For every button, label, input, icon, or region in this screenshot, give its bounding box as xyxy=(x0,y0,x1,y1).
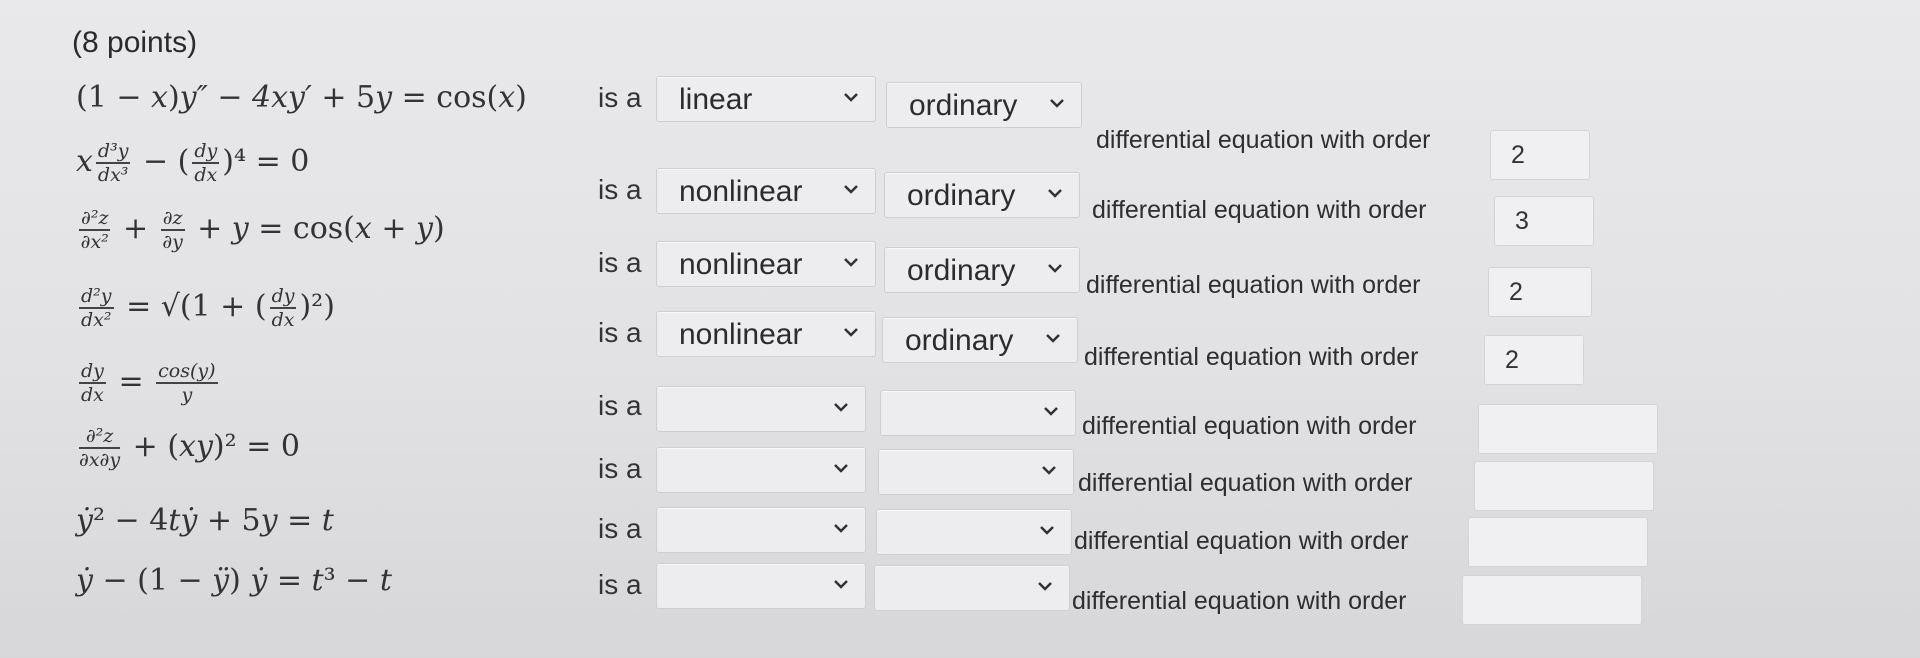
chevron-down-icon xyxy=(1043,328,1063,348)
kind-dropdown[interactable]: ordinary xyxy=(884,172,1080,218)
equation-row-6: ∂²z ∂x∂y + (xy)² = 0 is a differential eq… xyxy=(0,425,1920,511)
equation-2: x d³y dx³ − (dy dx)⁴ = 0 xyxy=(76,140,310,186)
equation-row-4: d²y dx² = √(1 + (dy dx)²) is a nonlinear o… xyxy=(0,285,1920,385)
is-a-label: is a xyxy=(598,174,642,205)
equation-row-1: (1 − x)y″ − 4xy′ + 5y = cos(x) is a line… xyxy=(0,70,1920,180)
linearity-value: nonlinear xyxy=(679,175,803,208)
equation-row-8: ẏ − (1 − ÿ) ẏ = t³ − t is a differential… xyxy=(0,555,1920,625)
is-a-label: is a xyxy=(598,390,642,421)
chevron-down-icon xyxy=(841,322,861,342)
kind-dropdown[interactable] xyxy=(878,449,1074,495)
kind-value: ordinary xyxy=(907,179,1016,212)
order-input[interactable] xyxy=(1462,575,1642,625)
linearity-dropdown[interactable]: nonlinear xyxy=(656,311,876,357)
chevron-down-icon xyxy=(1037,520,1057,540)
chevron-down-icon xyxy=(1047,93,1067,113)
equation-row-2: x d³y dx³ − (dy dx)⁴ = 0 is a nonlinear ord… xyxy=(0,140,1920,246)
suffix-text: differential equation with order xyxy=(1074,527,1409,555)
equation-3: ∂²z ∂x² + ∂z ∂y + y = cos(x + y) xyxy=(79,207,445,253)
is-a-label: is a xyxy=(598,513,642,544)
kind-value: ordinary xyxy=(907,254,1016,287)
linearity-value: linear xyxy=(679,83,753,116)
is-a-label: is a xyxy=(598,317,642,348)
suffix-text: differential equation with order xyxy=(1078,469,1413,497)
kind-dropdown[interactable]: ordinary xyxy=(886,82,1082,128)
is-a-label: is a xyxy=(598,569,642,600)
linearity-dropdown[interactable] xyxy=(656,507,866,553)
kind-value: ordinary xyxy=(909,89,1018,122)
linearity-dropdown[interactable] xyxy=(656,447,866,493)
equation-4: d²y dx² = √(1 + (dy dx)²) xyxy=(79,285,335,331)
points-label: (8 points) xyxy=(72,26,198,59)
equation-row-7: ẏ² − 4tẏ + 5y = t is a differential equa… xyxy=(0,495,1920,567)
chevron-down-icon xyxy=(1041,401,1061,421)
chevron-down-icon xyxy=(841,252,861,272)
kind-value: ordinary xyxy=(905,324,1014,357)
linearity-dropdown[interactable] xyxy=(656,563,866,609)
equation-row-5: dy dx = cos(y) y is a differential equatio… xyxy=(0,360,1920,454)
chevron-down-icon xyxy=(841,179,861,199)
chevron-down-icon xyxy=(1039,460,1059,480)
suffix-text: differential equation with order xyxy=(1072,587,1407,615)
equation-5: dy dx = cos(y) y xyxy=(79,360,218,406)
linearity-value: nonlinear xyxy=(679,318,803,351)
chevron-down-icon xyxy=(831,574,851,594)
chevron-down-icon xyxy=(1035,576,1055,596)
chevron-down-icon xyxy=(831,397,851,417)
equation-1: (1 − x)y″ − 4xy′ + 5y = cos(x) xyxy=(76,80,527,115)
linearity-dropdown[interactable]: nonlinear xyxy=(656,241,876,287)
chevron-down-icon xyxy=(831,518,851,538)
chevron-down-icon xyxy=(831,458,851,478)
is-a-label: is a xyxy=(598,82,642,113)
chevron-down-icon xyxy=(1045,258,1065,278)
linearity-dropdown[interactable]: linear xyxy=(656,76,876,122)
equation-8: ẏ − (1 − ÿ) ẏ = t³ − t xyxy=(76,563,392,598)
chevron-down-icon xyxy=(1045,183,1065,203)
equation-row-3: ∂²z ∂x² + ∂z ∂y + y = cos(x + y) is a nonl… xyxy=(0,207,1920,317)
kind-dropdown[interactable] xyxy=(876,509,1072,555)
is-a-label: is a xyxy=(598,453,642,484)
equation-6: ∂²z ∂x∂y + (xy)² = 0 xyxy=(79,425,300,471)
question-panel: (8 points) (1 − x)y″ − 4xy′ + 5y = cos(x… xyxy=(0,0,1920,658)
linearity-value: nonlinear xyxy=(679,248,803,281)
kind-dropdown[interactable]: ordinary xyxy=(882,317,1078,363)
kind-dropdown[interactable] xyxy=(874,565,1070,611)
chevron-down-icon xyxy=(841,87,861,107)
is-a-label: is a xyxy=(598,247,642,278)
linearity-dropdown[interactable]: nonlinear xyxy=(656,168,876,214)
equation-7: ẏ² − 4tẏ + 5y = t xyxy=(76,503,334,538)
